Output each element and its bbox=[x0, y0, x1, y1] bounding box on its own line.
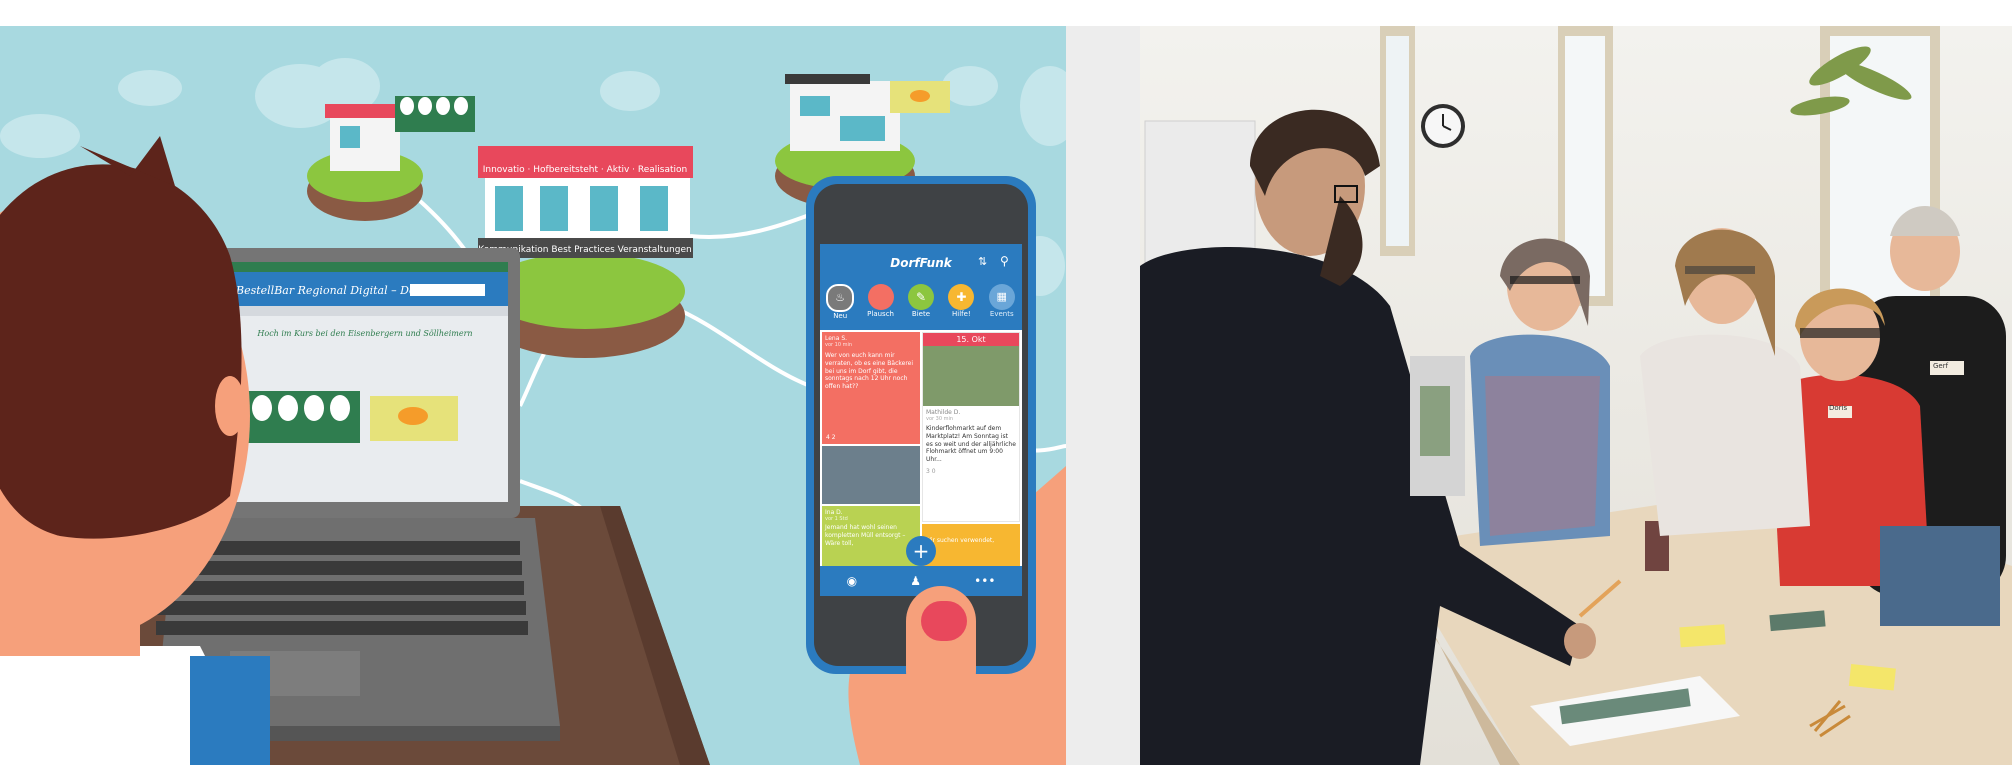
sticky-note bbox=[1679, 624, 1726, 648]
laptop-site-title: BestellBar Regional Digital – Demo bbox=[235, 284, 433, 297]
sort-icon[interactable]: ⇅ bbox=[978, 255, 987, 268]
kiosk-banner-top: Innovatio · Hofbereitsteht · Aktiv · Rea… bbox=[483, 165, 688, 175]
category-new[interactable]: ♨ Neu bbox=[821, 282, 859, 330]
page-top-bar bbox=[0, 0, 2012, 26]
trash-photo bbox=[822, 446, 920, 504]
post-card[interactable]: Wir suchen verwendet, bbox=[922, 524, 1020, 566]
laptop-headline: Hoch im Kurs bei den Eisenbergern und Sö… bbox=[256, 329, 472, 338]
name-tag: Gerf bbox=[1933, 362, 1949, 370]
lifebuoy-icon: ✚ bbox=[948, 284, 975, 310]
more-icon[interactable]: ••• bbox=[974, 574, 995, 588]
broadcast-icon[interactable]: ◉ bbox=[847, 574, 857, 588]
category-help[interactable]: ✚ Hilfe! bbox=[942, 282, 980, 330]
thumbnail-nail bbox=[921, 601, 967, 641]
chat-icon bbox=[867, 284, 894, 310]
app-header: DorfFunk ⇅ ⚲ bbox=[820, 244, 1022, 282]
sticky-note bbox=[1848, 663, 1896, 691]
feed: Lena S. vor 10 min Wer von euch kann mir… bbox=[820, 330, 1022, 566]
search-icon[interactable]: ⚲ bbox=[1000, 254, 1009, 268]
add-post-button[interactable]: + bbox=[906, 536, 936, 566]
phone-screen: DorfFunk ⇅ ⚲ ♨ Neu Plausch ✎ Biete ✚ Hil… bbox=[820, 244, 1022, 596]
chairs bbox=[1410, 356, 1465, 496]
post-card[interactable]: Lena S. vor 10 min Wer von euch kann mir… bbox=[822, 332, 920, 444]
flea-market-photo bbox=[923, 346, 1019, 406]
post-card[interactable]: 15. Okt Mathilde D. vor 30 min Kinderflo… bbox=[922, 332, 1020, 522]
digital-village-illustration: Innovatio · Hofbereitsteht · Aktiv · Rea… bbox=[0, 26, 1066, 765]
category-events[interactable]: ▦ Events bbox=[983, 282, 1021, 330]
category-chat[interactable]: Plausch bbox=[862, 282, 900, 330]
category-offer[interactable]: ✎ Biete bbox=[902, 282, 940, 330]
flame-icon: ♨ bbox=[826, 284, 855, 312]
workshop-photo: Doris Gerf bbox=[1140, 26, 2012, 765]
app-title: DorfFunk bbox=[890, 256, 952, 270]
post-card[interactable]: Ina D. vor 1 Std Jemand hat wohl seinen … bbox=[822, 506, 920, 566]
pen-icon: ✎ bbox=[907, 284, 934, 310]
wall-clock bbox=[1421, 104, 1465, 148]
calendar-icon: ▦ bbox=[988, 284, 1015, 310]
profile-icon[interactable]: ♟ bbox=[910, 574, 921, 588]
name-tag: Doris bbox=[1829, 404, 1848, 412]
category-bar: ♨ Neu Plausch ✎ Biete ✚ Hilfe! ▦ Events bbox=[820, 282, 1022, 330]
phone: DorfFunk ⇅ ⚲ ♨ Neu Plausch ✎ Biete ✚ Hil… bbox=[806, 176, 1036, 706]
